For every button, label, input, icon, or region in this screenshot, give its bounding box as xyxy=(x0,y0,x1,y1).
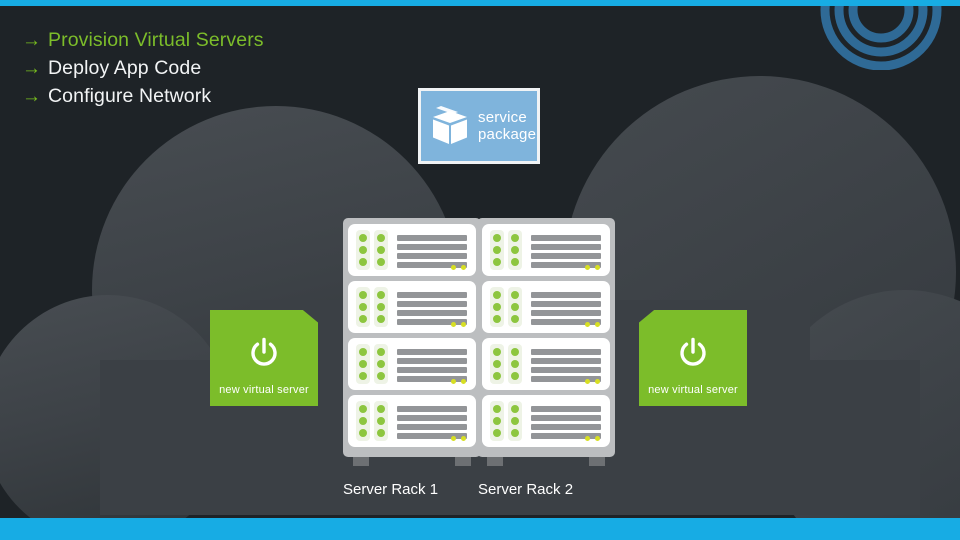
led-column xyxy=(508,344,522,384)
server-bars xyxy=(531,347,601,382)
server-rack-1 xyxy=(343,218,481,466)
led-block xyxy=(490,287,522,327)
server-unit xyxy=(482,395,610,447)
arrow-right-icon: → xyxy=(22,86,41,107)
new-virtual-server-callout-left[interactable]: new virtual server xyxy=(210,310,318,406)
rack-feet xyxy=(477,457,615,466)
led-column xyxy=(374,344,388,384)
status-leds xyxy=(585,379,600,384)
led-block xyxy=(356,230,388,270)
status-leds xyxy=(451,322,466,327)
server-rack-2 xyxy=(477,218,615,466)
led-column xyxy=(508,401,522,441)
bullet-item-deploy: → Deploy App Code xyxy=(22,54,264,82)
server-unit xyxy=(348,281,476,333)
status-leds xyxy=(451,379,466,384)
concentric-rings-logo xyxy=(820,0,942,70)
new-virtual-server-label: new virtual server xyxy=(648,384,738,396)
bottom-accent-bar xyxy=(0,518,960,540)
server-rack-2-label: Server Rack 2 xyxy=(478,481,574,498)
bullet-item-provision: → Provision Virtual Servers xyxy=(22,26,264,54)
status-leds xyxy=(451,436,466,441)
status-leds xyxy=(585,436,600,441)
led-column xyxy=(356,401,370,441)
server-bars xyxy=(531,404,601,439)
server-unit xyxy=(482,281,610,333)
server-bars xyxy=(531,233,601,268)
bullet-item-configure: → Configure Network xyxy=(22,82,264,110)
led-block xyxy=(356,287,388,327)
bullet-list: → Provision Virtual Servers → Deploy App… xyxy=(22,26,264,110)
status-leds xyxy=(585,322,600,327)
led-column xyxy=(508,287,522,327)
server-bars xyxy=(397,233,467,268)
server-bars xyxy=(531,290,601,325)
led-column xyxy=(490,230,504,270)
new-virtual-server-callout-right[interactable]: new virtual server xyxy=(639,310,747,406)
status-leds xyxy=(585,265,600,270)
service-package-card: service package xyxy=(418,88,540,164)
server-bars xyxy=(397,290,467,325)
slide-canvas: → Provision Virtual Servers → Deploy App… xyxy=(0,0,960,540)
service-package-line2: package xyxy=(478,126,537,143)
server-bars xyxy=(397,404,467,439)
led-block xyxy=(490,401,522,441)
rack-feet xyxy=(343,457,481,466)
server-rack-1-label: Server Rack 1 xyxy=(343,481,439,498)
server-unit xyxy=(348,338,476,390)
rack-body xyxy=(343,218,481,457)
led-column xyxy=(374,401,388,441)
bullet-label: Configure Network xyxy=(48,85,212,107)
led-column xyxy=(356,230,370,270)
power-icon xyxy=(251,337,277,366)
status-leds xyxy=(451,265,466,270)
led-column xyxy=(490,287,504,327)
top-accent-bar xyxy=(0,0,960,6)
new-virtual-server-label: new virtual server xyxy=(219,384,309,396)
led-column xyxy=(356,287,370,327)
led-block xyxy=(490,344,522,384)
led-block xyxy=(490,230,522,270)
power-icon xyxy=(680,337,706,366)
server-unit xyxy=(348,224,476,276)
rack-body xyxy=(477,218,615,457)
bullet-label: Provision Virtual Servers xyxy=(48,29,264,51)
service-package-label: service package xyxy=(478,109,536,143)
service-package-line1: service xyxy=(478,109,527,126)
arrow-right-icon: → xyxy=(22,30,41,51)
led-column xyxy=(356,344,370,384)
led-block xyxy=(356,401,388,441)
led-column xyxy=(490,401,504,441)
bullet-label: Deploy App Code xyxy=(48,57,202,79)
led-column xyxy=(490,344,504,384)
led-block xyxy=(356,344,388,384)
led-column xyxy=(508,230,522,270)
arrow-right-icon: → xyxy=(22,58,41,79)
server-unit xyxy=(482,338,610,390)
led-column xyxy=(374,287,388,327)
server-unit xyxy=(482,224,610,276)
server-bars xyxy=(397,347,467,382)
server-unit xyxy=(348,395,476,447)
led-column xyxy=(374,230,388,270)
package-box-icon xyxy=(433,106,467,144)
